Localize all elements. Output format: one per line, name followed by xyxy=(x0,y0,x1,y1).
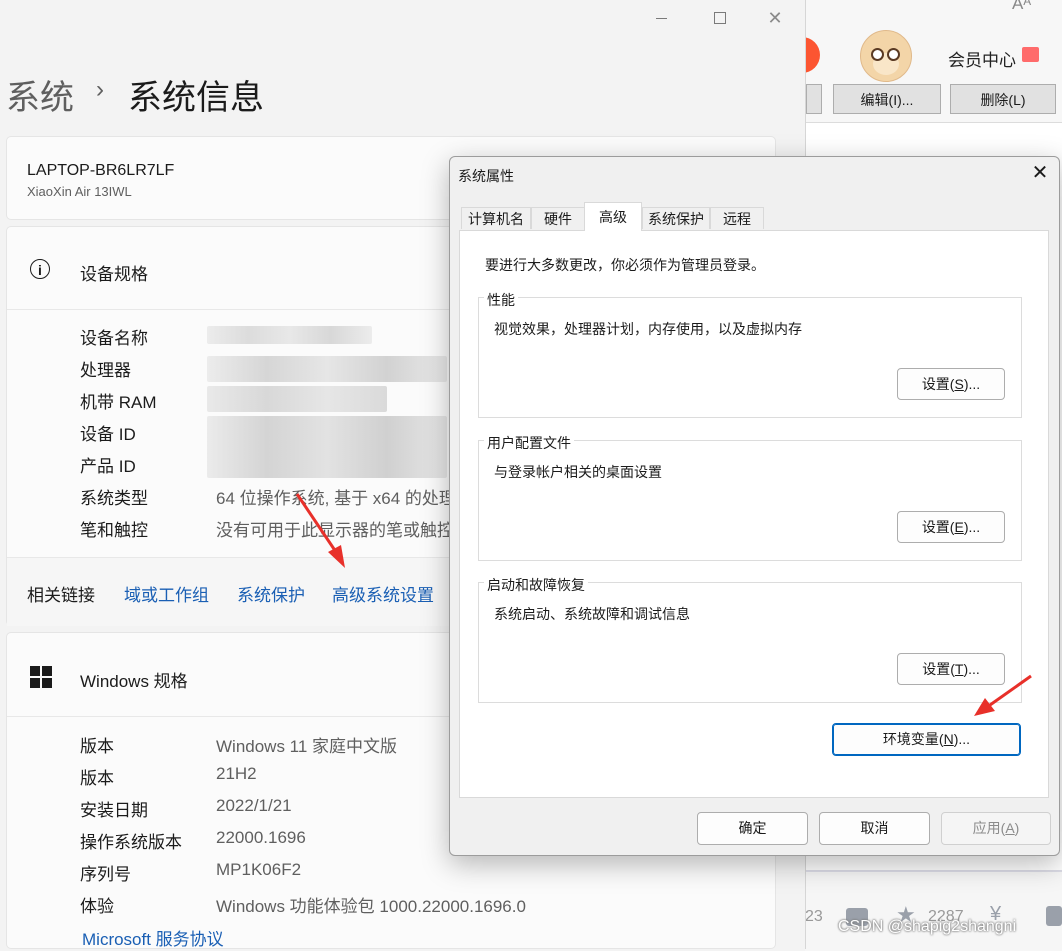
tab-advanced[interactable]: 高级 xyxy=(584,202,642,231)
annotation-arrow-2 xyxy=(974,674,1032,716)
csdn-watermark: CSDN @shapig2shangni xyxy=(838,918,1017,935)
